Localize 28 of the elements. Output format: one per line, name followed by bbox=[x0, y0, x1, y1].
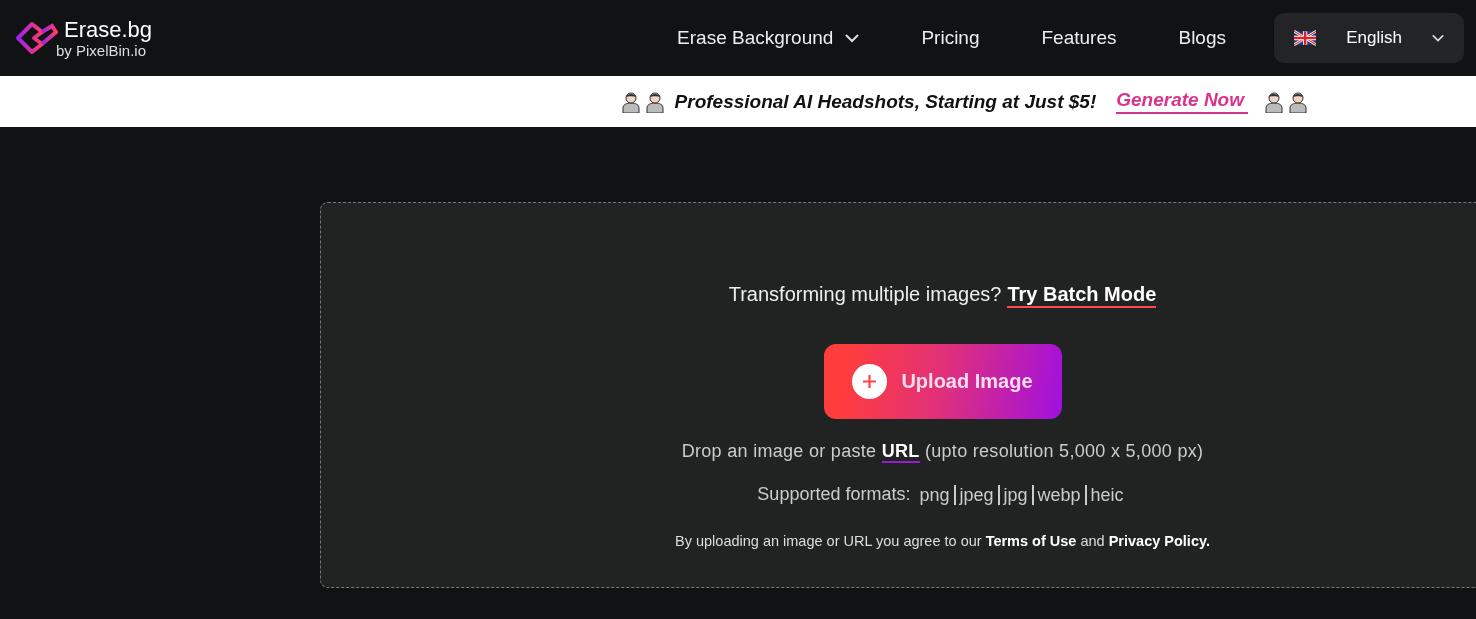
logo-byline: by PixelBin.io bbox=[56, 41, 147, 59]
format-label: jpeg bbox=[953, 484, 998, 505]
formats-label: Supported formats: bbox=[757, 484, 911, 505]
language-selector[interactable]: English bbox=[1274, 13, 1464, 63]
generate-now-link[interactable]: Generate Now bbox=[1116, 89, 1248, 114]
nav-link[interactable]: Features bbox=[1041, 27, 1117, 49]
format-label: png bbox=[918, 484, 951, 505]
drop-instructions: Drop an image or paste URL (upto resolution 5,000 x 5,000 px) bbox=[681, 441, 1204, 462]
nav-link[interactable]: Pricing bbox=[921, 27, 980, 49]
batch-prompt: Transforming multiple images? bbox=[728, 283, 1002, 306]
upload-image-button[interactable]: Upload Image bbox=[823, 344, 1062, 419]
person-icon bbox=[1288, 90, 1308, 113]
format-label: jpg bbox=[997, 484, 1032, 505]
person-icon bbox=[620, 90, 641, 113]
person-icon bbox=[1264, 90, 1284, 113]
logo-text[interactable]: Erase.bg bbox=[64, 17, 153, 42]
promo-text: Professional AI Headshots, Starting at Just $5! bbox=[674, 90, 1097, 113]
chevron-down-icon bbox=[1432, 33, 1444, 43]
batch-mode-link[interactable]: Try Batch Mode bbox=[1007, 283, 1157, 308]
nav-link[interactable]: Blogs bbox=[1178, 27, 1226, 49]
format-label: webp bbox=[1031, 484, 1085, 505]
person-icon bbox=[644, 90, 665, 113]
plus-icon bbox=[852, 364, 888, 399]
url-link[interactable]: URL bbox=[881, 441, 920, 463]
nav-link[interactable]: Erase Background bbox=[677, 27, 860, 49]
legal-notice: By uploading an image or URL you agree to our Terms of Use and Privacy Policy. bbox=[675, 533, 1210, 549]
flag-icon bbox=[1294, 30, 1317, 46]
format-label: heic bbox=[1084, 484, 1128, 505]
